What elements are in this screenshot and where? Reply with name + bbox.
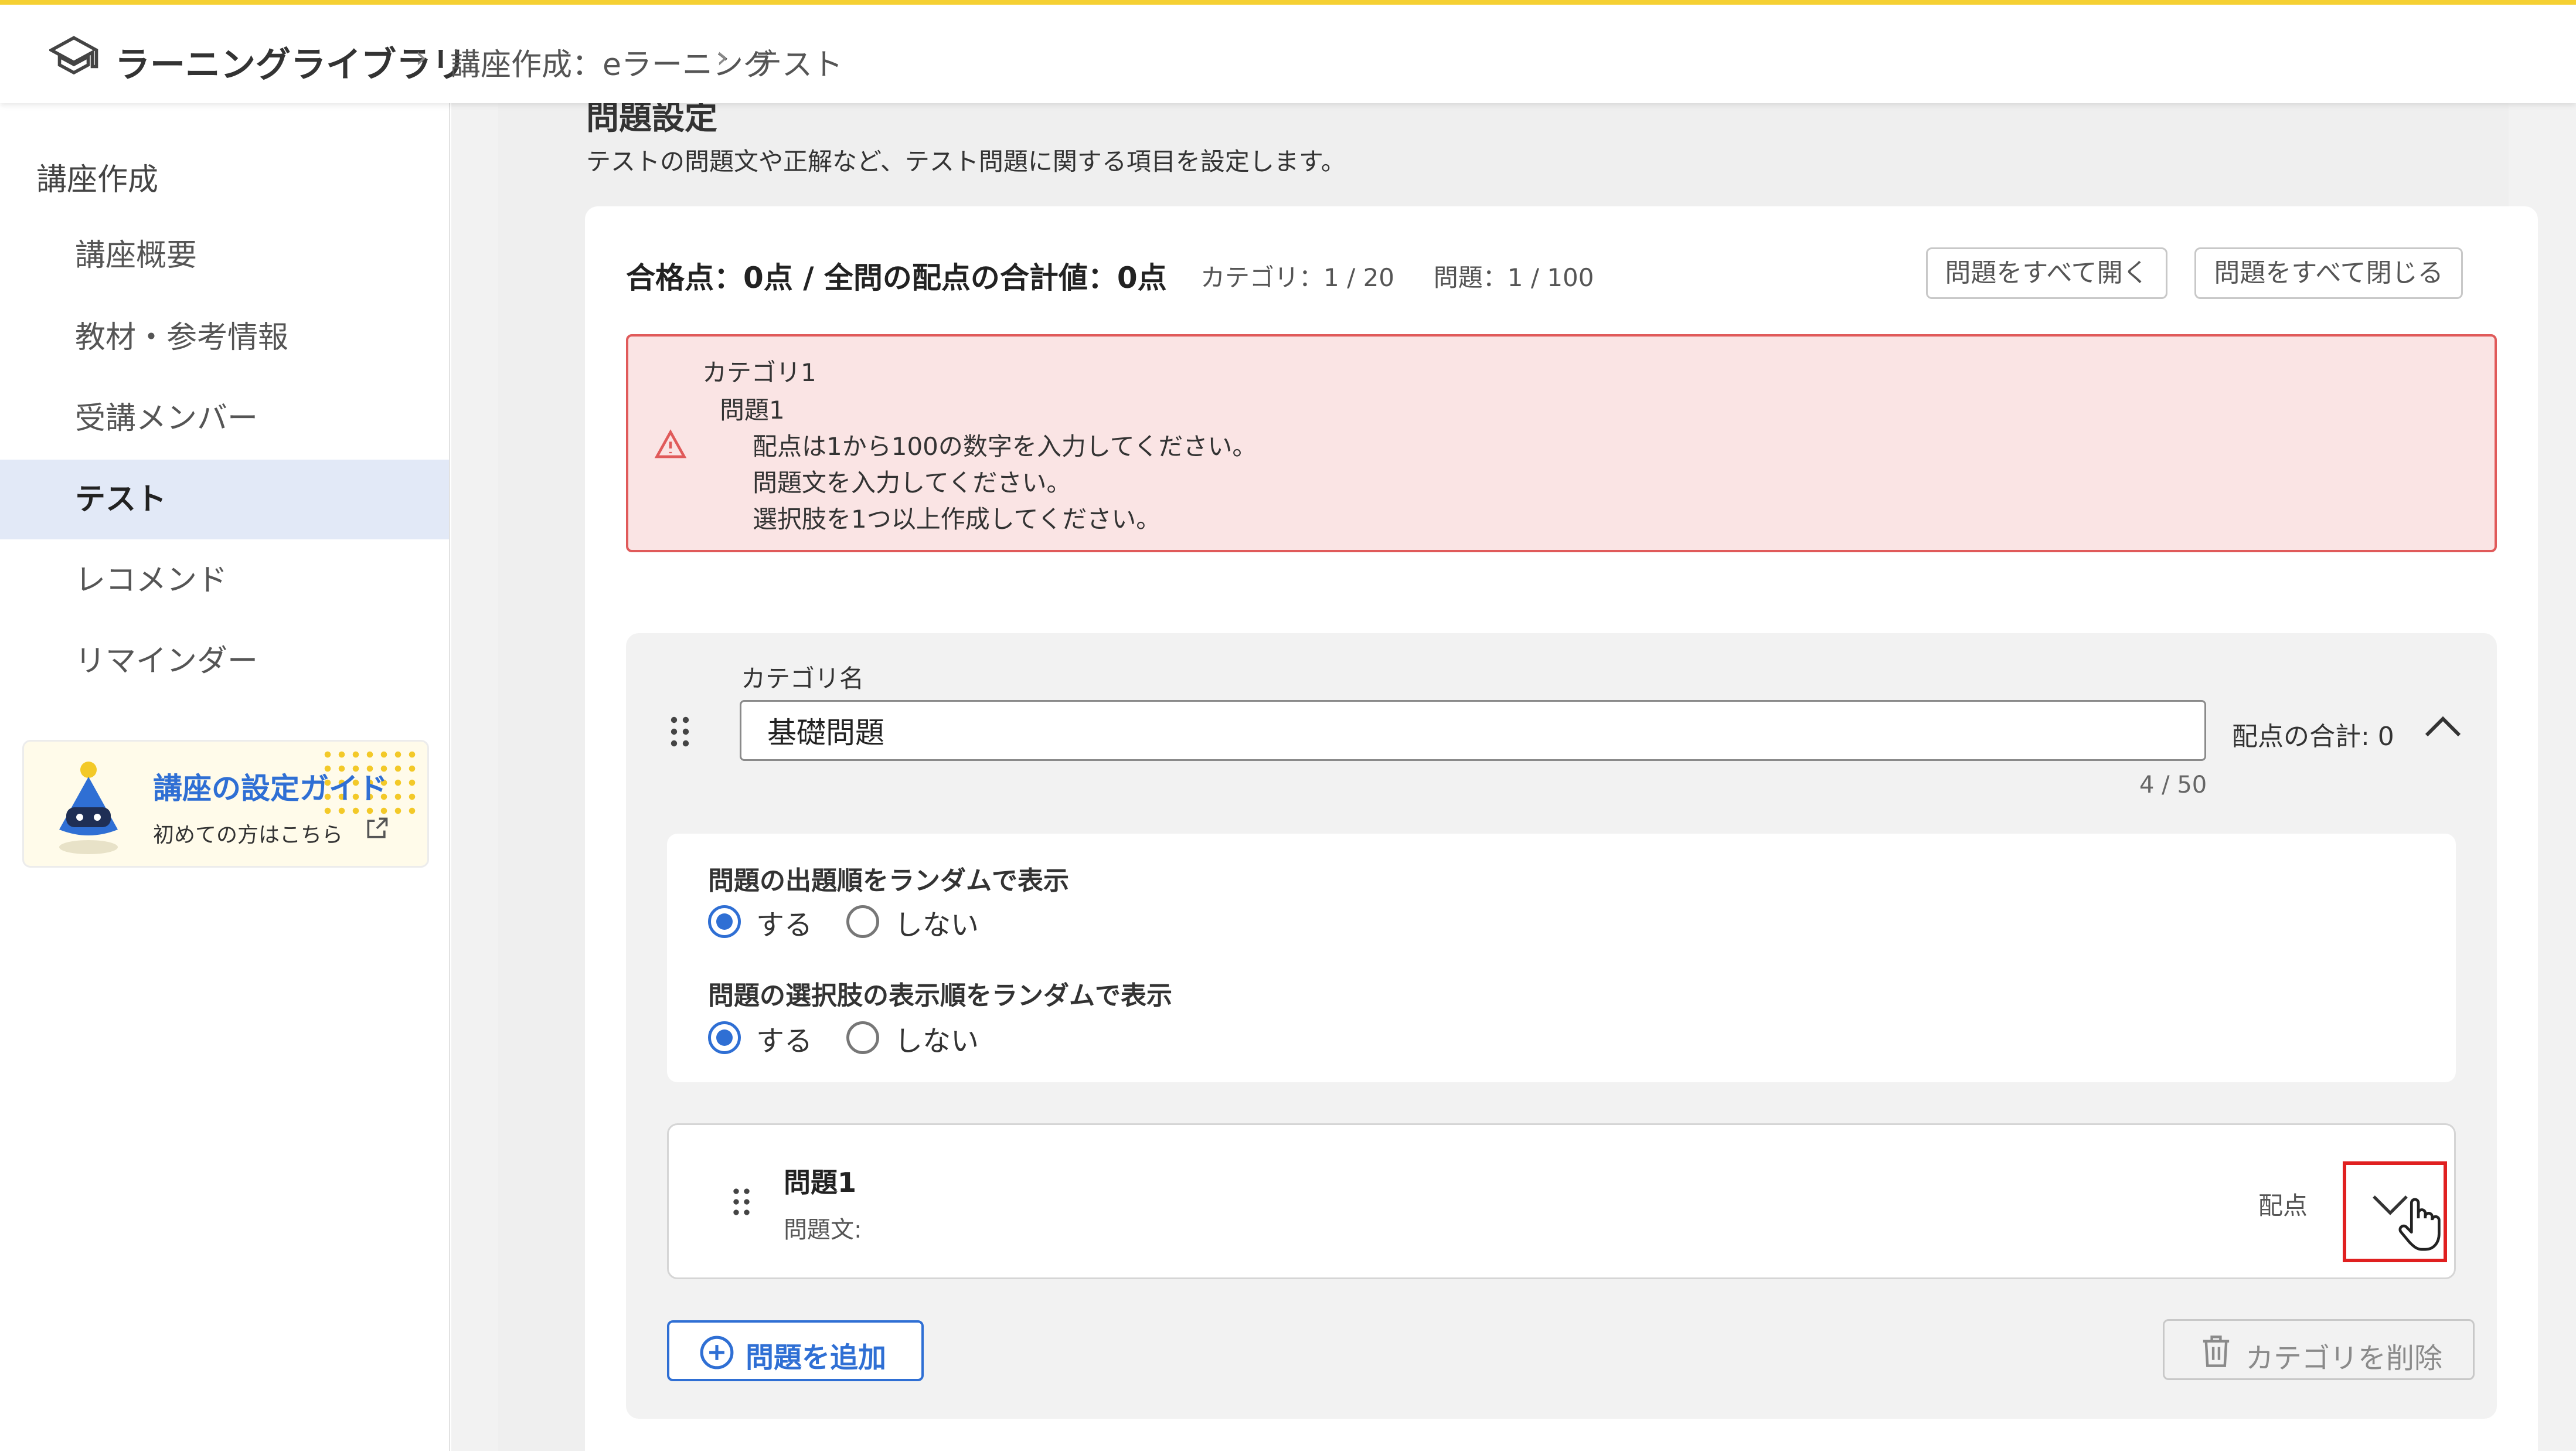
sidebar-item-label: 教材・参考情報 xyxy=(75,320,289,355)
question-score-label: 配点 xyxy=(2258,1191,2308,1220)
category-name-label: カテゴリ名 xyxy=(741,664,865,693)
character-count: 4 / 50 xyxy=(2139,772,2207,798)
plus-circle-icon xyxy=(699,1334,735,1373)
sidebar: 講座作成 講座概要 教材・参考情報 受講メンバー テスト レコメンド リマインダ… xyxy=(0,103,450,1451)
warning-icon xyxy=(654,428,687,463)
category-name-input[interactable] xyxy=(740,700,2206,761)
trash-icon xyxy=(2199,1333,2234,1372)
random-choices-title: 問題の選択肢の表示順をランダムで表示 xyxy=(708,981,1172,1011)
question-title: 問題1 xyxy=(784,1167,857,1198)
main-content: 問題設定 テストの問題文や正解など、テスト問題に関する項目を設定します。 合格点… xyxy=(451,99,2576,1451)
question-count: 問題：1 / 100 xyxy=(1433,263,1594,292)
category-count: カテゴリ：1 / 20 xyxy=(1200,263,1395,292)
random-order-yes-radio[interactable] xyxy=(708,905,741,938)
count-summary: カテゴリ：1 / 20 問題：1 / 100 xyxy=(1200,258,1594,294)
sidebar-item-label: 受講メンバー xyxy=(75,401,258,436)
chevron-up-icon[interactable] xyxy=(2420,709,2466,747)
random-choices-yes-radio[interactable] xyxy=(708,1021,741,1054)
sidebar-item-materials[interactable]: 教材・参考情報 xyxy=(0,298,449,378)
delete-category-label: カテゴリを削除 xyxy=(2245,1342,2443,1375)
breadcrumb-current: テスト xyxy=(751,47,843,83)
sidebar-item-reminder[interactable]: リマインダー xyxy=(0,621,449,701)
radio-label: する xyxy=(756,1025,813,1058)
section-description: テストの問題文や正解など、テスト問題に関する項目を設定します。 xyxy=(586,147,1346,176)
random-order-title: 問題の出題順をランダムで表示 xyxy=(708,866,1069,896)
top-bar: ラーニングライブラリ › 講座作成：eラーニング › テスト xyxy=(0,0,2576,103)
guide-title: 講座の設定ガイド xyxy=(153,772,387,806)
random-choices-no-radio[interactable] xyxy=(846,1021,879,1054)
content-area: 問題設定 テストの問題文や正解など、テスト問題に関する項目を設定します。 合格点… xyxy=(498,99,2538,1451)
graduation-cap-icon[interactable] xyxy=(47,32,98,83)
alert-message: 配点は1から100の数字を入力してください。 xyxy=(753,432,1257,461)
sidebar-item-label: テスト xyxy=(75,482,167,517)
robot-mascot-icon xyxy=(47,759,130,861)
category-panel: カテゴリ名 配点の合計: 0 4 / 50 問題の出題順をランダムで表示 する … xyxy=(626,633,2497,1419)
validation-error-alert: カテゴリ1 問題1 配点は1から100の数字を入力してください。 問題文を入力し… xyxy=(626,334,2497,552)
sidebar-item-recommend[interactable]: レコメンド xyxy=(0,541,449,620)
alert-category: カテゴリ1 xyxy=(702,358,816,387)
score-summary: 合格点：0点 / 全問の配点の合計値：0点 xyxy=(626,261,1167,295)
setup-guide-banner[interactable]: 講座の設定ガイド 初めての方はこちら xyxy=(22,740,429,868)
drag-handle-icon[interactable] xyxy=(668,714,692,752)
guide-subtitle: 初めての方はこちら xyxy=(153,823,343,847)
sidebar-item-label: レコメンド xyxy=(75,563,228,598)
add-question-label: 問題を追加 xyxy=(746,1341,887,1374)
radio-label: しない xyxy=(894,909,979,942)
external-link-icon xyxy=(364,815,390,844)
sidebar-item-test[interactable]: テスト xyxy=(0,460,449,539)
close-all-questions-button[interactable]: 問題をすべて閉じる xyxy=(2194,247,2463,299)
sidebar-item-overview[interactable]: 講座概要 xyxy=(0,216,449,295)
radio-label: する xyxy=(756,909,813,942)
expand-question-button[interactable] xyxy=(2343,1161,2447,1262)
random-order-no-radio[interactable] xyxy=(846,905,879,938)
category-score-total: 配点の合計: 0 xyxy=(2232,722,2394,752)
radio-label: しない xyxy=(894,1025,979,1058)
question-settings-card: 合格点：0点 / 全問の配点の合計値：0点 カテゴリ：1 / 20 問題：1 /… xyxy=(585,206,2538,1451)
breadcrumb-separator-icon: › xyxy=(415,40,427,75)
alert-question: 問題1 xyxy=(720,396,785,424)
hand-cursor-icon xyxy=(2395,1194,2445,1255)
add-question-button[interactable]: 問題を追加 xyxy=(667,1320,924,1381)
sidebar-item-members[interactable]: 受講メンバー xyxy=(0,379,449,458)
sidebar-section-title: 講座作成 xyxy=(36,162,159,198)
randomization-options: 問題の出題順をランダムで表示 する しない 問題の選択肢の表示順をランダムで表示… xyxy=(667,834,2456,1082)
question-item[interactable]: 問題1 問題文: 配点 xyxy=(667,1123,2456,1279)
breadcrumb-home[interactable]: ラーニングライブラリ xyxy=(115,36,467,87)
question-text-label: 問題文: xyxy=(784,1216,862,1243)
drag-handle-icon[interactable] xyxy=(731,1186,752,1220)
alert-message: 選択肢を1つ以上作成してください。 xyxy=(753,505,1161,533)
delete-category-button[interactable]: カテゴリを削除 xyxy=(2163,1319,2475,1380)
sidebar-item-label: リマインダー xyxy=(75,644,258,679)
alert-message: 問題文を入力してください。 xyxy=(753,468,1071,497)
breadcrumb-separator-icon: › xyxy=(716,40,729,75)
open-all-questions-button[interactable]: 問題をすべて開く xyxy=(1926,247,2167,299)
sidebar-item-label: 講座概要 xyxy=(75,238,198,273)
